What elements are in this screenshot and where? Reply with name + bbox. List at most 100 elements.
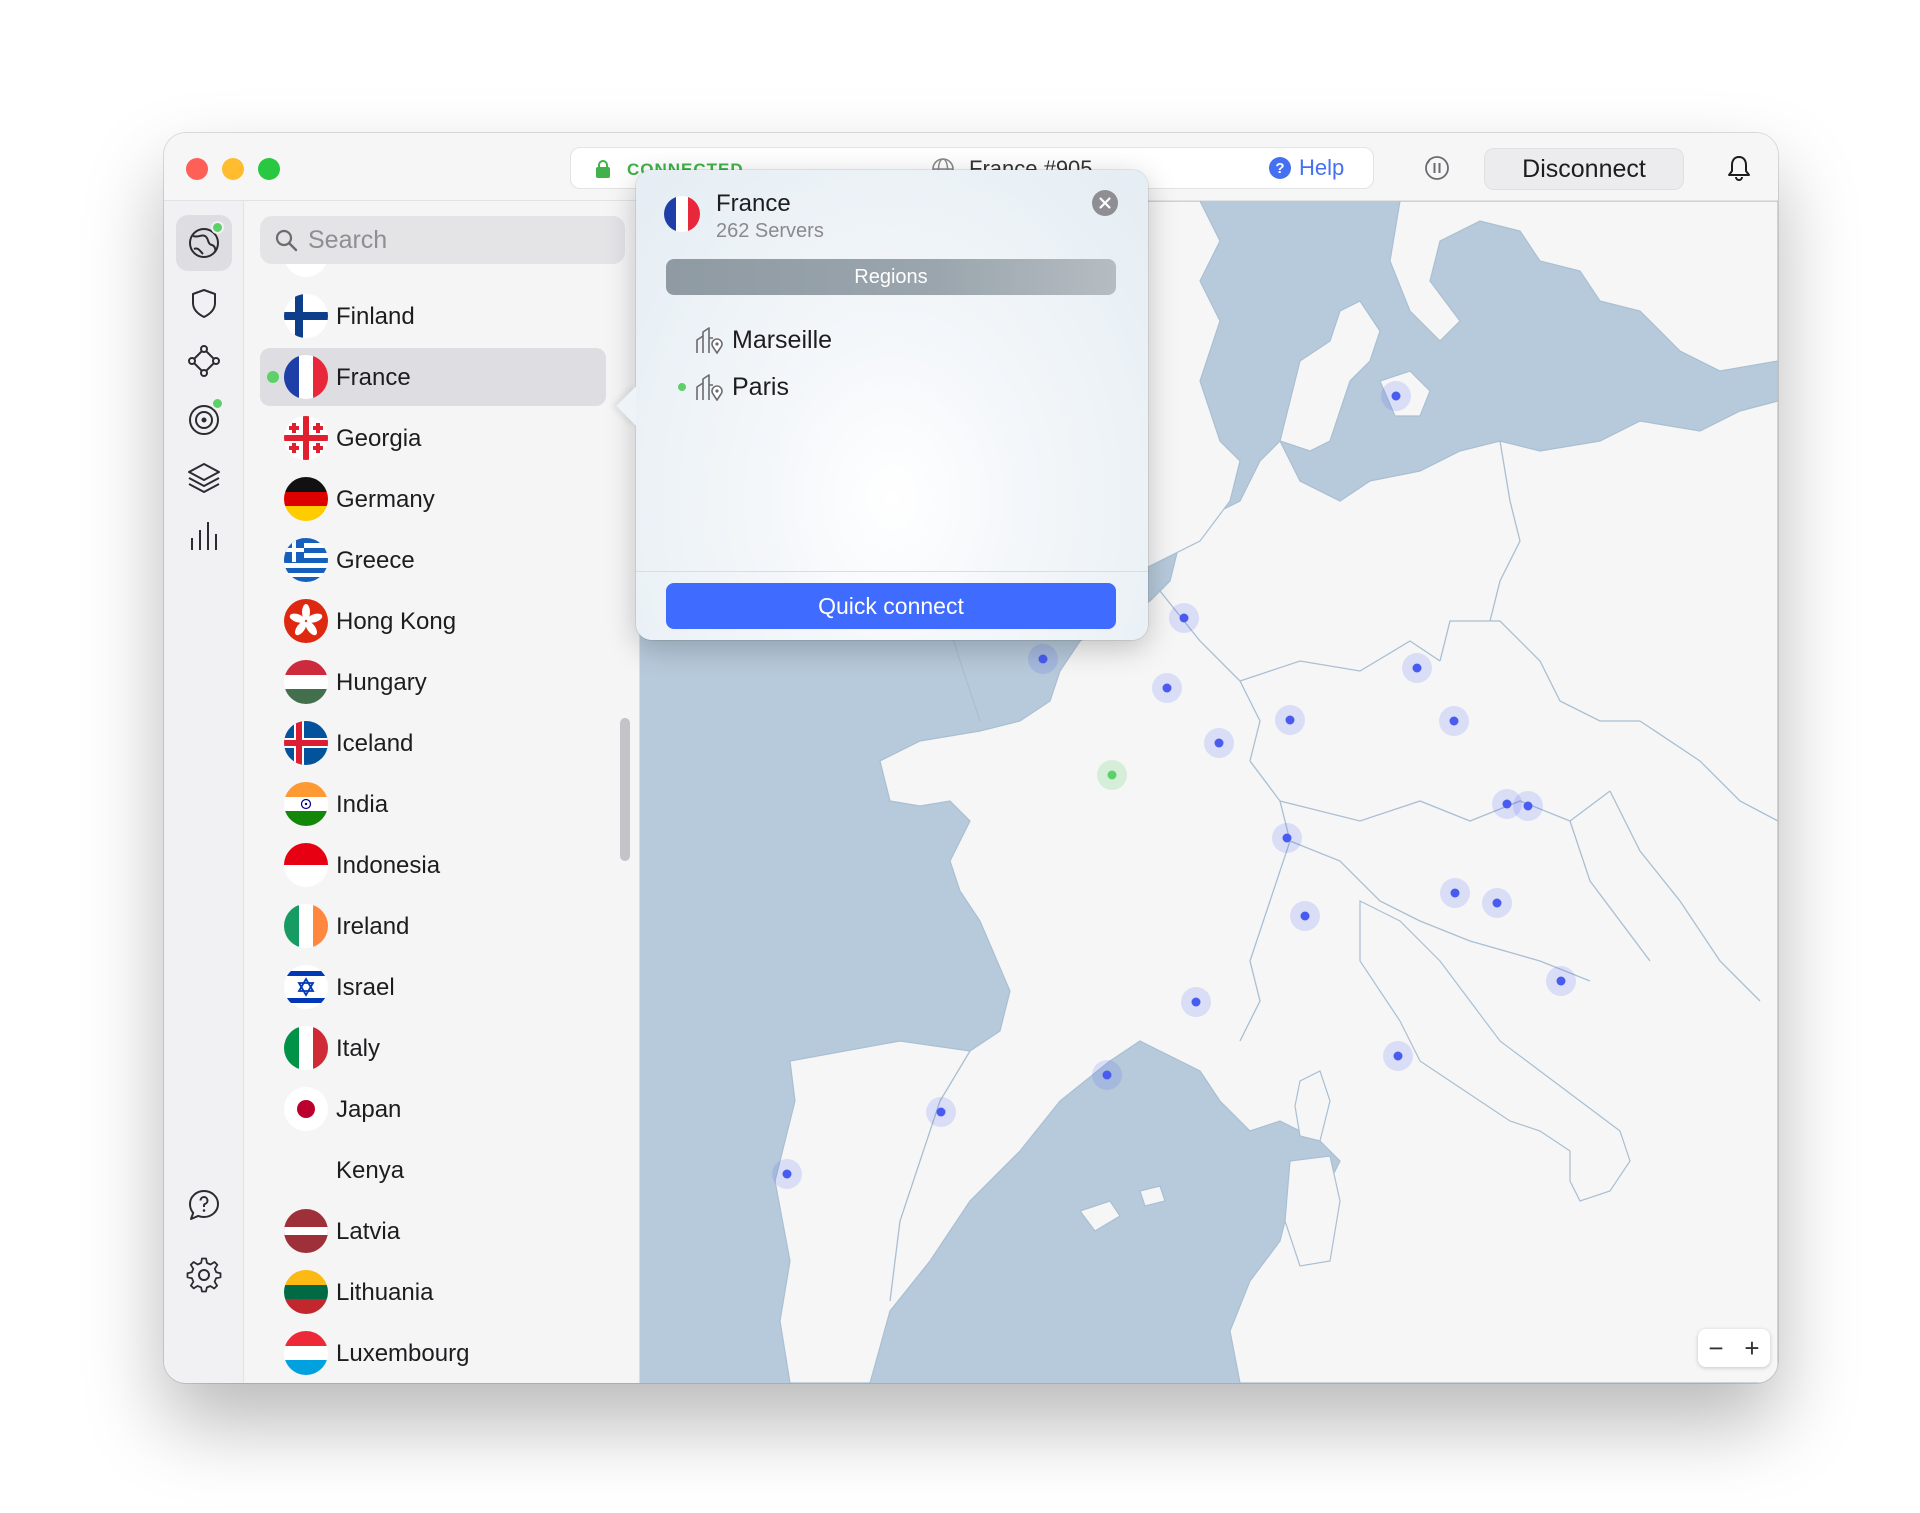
status-dot [211, 397, 224, 410]
india-flag-icon [284, 782, 328, 826]
meshnet-nav-button[interactable] [176, 333, 232, 389]
hongkong-flag-icon [284, 599, 328, 643]
country-row-iceland[interactable]: Iceland [260, 714, 606, 772]
iceland-flag-icon [284, 721, 328, 765]
server-marker[interactable] [1482, 888, 1512, 918]
support-nav-button[interactable] [176, 1177, 232, 1233]
country-row-germany[interactable]: Germany [260, 470, 606, 528]
country-row-israel[interactable]: Israel [260, 958, 606, 1016]
country-name: Luxembourg [336, 1340, 470, 1367]
country-row-lithuania[interactable]: Lithuania [260, 1263, 606, 1321]
server-marker[interactable] [1181, 987, 1211, 1017]
latvia-flag-icon [284, 1209, 328, 1253]
greece-flag-icon [284, 538, 328, 582]
close-window-button[interactable] [186, 158, 208, 180]
server-marker[interactable] [1290, 901, 1320, 931]
status-dot [211, 221, 224, 234]
country-row-kenya[interactable]: Kenya [260, 1141, 606, 1199]
country-row-india[interactable]: India [260, 775, 606, 833]
help-label: Help [1299, 155, 1345, 180]
list-scrollbar[interactable] [620, 718, 630, 861]
connected-server-marker[interactable] [1097, 760, 1127, 790]
divider [636, 571, 1148, 572]
country-row-latvia[interactable]: Latvia [260, 1202, 606, 1260]
server-marker[interactable] [1439, 706, 1469, 736]
server-marker[interactable] [1383, 1041, 1413, 1071]
server-marker[interactable] [1381, 381, 1411, 411]
country-name: Georgia [336, 425, 422, 452]
question-icon: ? [1269, 157, 1291, 179]
country-row-japan[interactable]: Japan [260, 1080, 606, 1138]
country-name: Israel [336, 974, 395, 1001]
server-marker[interactable] [1169, 603, 1199, 633]
country-name: Ireland [336, 913, 410, 940]
disconnect-button[interactable]: Disconnect [1484, 148, 1684, 190]
server-marker[interactable] [1152, 673, 1182, 703]
region-row-marseille[interactable]: Marseille [664, 320, 1104, 360]
server-marker[interactable] [1028, 644, 1058, 674]
popup-server-count: 262 Servers [716, 220, 824, 242]
server-marker[interactable] [1275, 705, 1305, 735]
pause-icon[interactable] [1422, 153, 1452, 183]
dark-web-monitor-nav-button[interactable] [176, 391, 232, 447]
france-flag-icon [284, 355, 328, 399]
zoom-window-button[interactable] [258, 158, 280, 180]
minimize-window-button[interactable] [222, 158, 244, 180]
connected-dot [267, 371, 279, 383]
gear-icon [186, 1257, 222, 1293]
country-name: France [336, 364, 411, 391]
navigation-rail [164, 201, 244, 1383]
server-marker[interactable] [1402, 653, 1432, 683]
region-row-paris[interactable]: Paris [664, 367, 1104, 407]
city-pin-icon [696, 374, 723, 401]
country-name: Greece [336, 547, 415, 574]
country-row-indonesia[interactable]: Indonesia [260, 836, 606, 894]
country-row-luxembourg[interactable]: Luxembourg [260, 1324, 606, 1382]
server-marker[interactable] [1440, 878, 1470, 908]
country-row-ireland[interactable]: Ireland [260, 897, 606, 955]
server-marker[interactable] [1513, 791, 1543, 821]
zoom-in-button[interactable]: + [1734, 1329, 1770, 1367]
popup-close-button[interactable] [1092, 190, 1118, 216]
meshnet-icon [188, 345, 220, 377]
country-name: Japan [336, 1096, 402, 1123]
country-row-hong-kong[interactable]: Hong Kong [260, 592, 606, 650]
luxembourg-flag-icon [284, 1331, 328, 1375]
shield-icon [192, 289, 216, 318]
country-name: Kenya [336, 1157, 405, 1184]
server-marker[interactable] [926, 1097, 956, 1127]
region-name: Marseille [732, 326, 833, 354]
statistics-nav-button[interactable] [176, 507, 232, 563]
globe-nav-button[interactable] [176, 215, 232, 271]
country-row-finland[interactable]: Finland [260, 287, 606, 345]
split-tunneling-nav-button[interactable] [176, 449, 232, 505]
country-row-greece[interactable]: Greece [260, 531, 606, 589]
country-row-italy[interactable]: Italy [260, 1019, 606, 1077]
country-row-hungary[interactable]: Hungary [260, 653, 606, 711]
bar-chart-icon [191, 522, 217, 550]
search-box[interactable] [260, 216, 625, 264]
server-marker[interactable] [1092, 1060, 1122, 1090]
bell-icon[interactable] [1726, 154, 1752, 182]
server-marker[interactable] [1204, 728, 1234, 758]
search-input[interactable] [308, 224, 608, 256]
server-marker[interactable] [772, 1159, 802, 1189]
settings-nav-button[interactable] [176, 1247, 232, 1303]
country-name: Hong Kong [336, 608, 457, 635]
chat-question-icon [189, 1190, 219, 1220]
france-flag-icon [664, 196, 700, 232]
threat-protection-nav-button[interactable] [176, 275, 232, 331]
japan-flag-icon [284, 1087, 328, 1131]
server-marker[interactable] [1272, 823, 1302, 853]
country-row-france[interactable]: France [260, 348, 606, 406]
israel-flag-icon [284, 965, 328, 1009]
quick-connect-button[interactable]: Quick connect [666, 583, 1116, 629]
zoom-control: − + [1698, 1329, 1770, 1367]
server-marker[interactable] [1546, 966, 1576, 996]
country-name: Lithuania [336, 1279, 434, 1306]
country-name: Germany [336, 486, 435, 513]
country-name: Iceland [336, 730, 414, 757]
zoom-out-button[interactable]: − [1698, 1329, 1734, 1367]
help-button[interactable]: ? Help [1269, 153, 1344, 183]
country-row-georgia[interactable]: Georgia [260, 409, 606, 467]
